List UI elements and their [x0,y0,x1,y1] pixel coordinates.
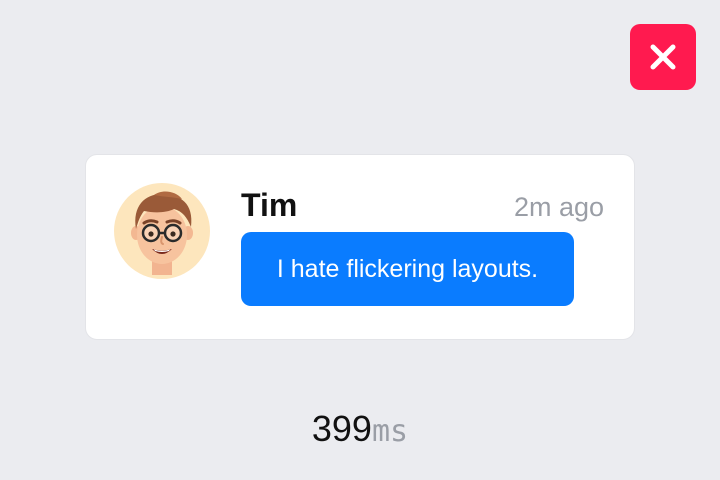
timer-unit: ms [371,414,409,449]
message-text: I hate flickering layouts. [276,254,539,283]
timer-value: 399 [311,408,372,449]
render-timer: 399ms [0,404,720,462]
message-timestamp: 2m ago [513,192,604,222]
avatar [114,183,210,279]
message-card: Tim 2m ago I hate flickering layouts. [85,154,635,340]
message-bubble: I hate flickering layouts. [241,232,574,306]
sender-name: Tim [241,187,298,223]
memoji-avatar-icon [131,191,193,275]
close-icon [650,44,676,70]
close-button[interactable] [630,24,696,90]
